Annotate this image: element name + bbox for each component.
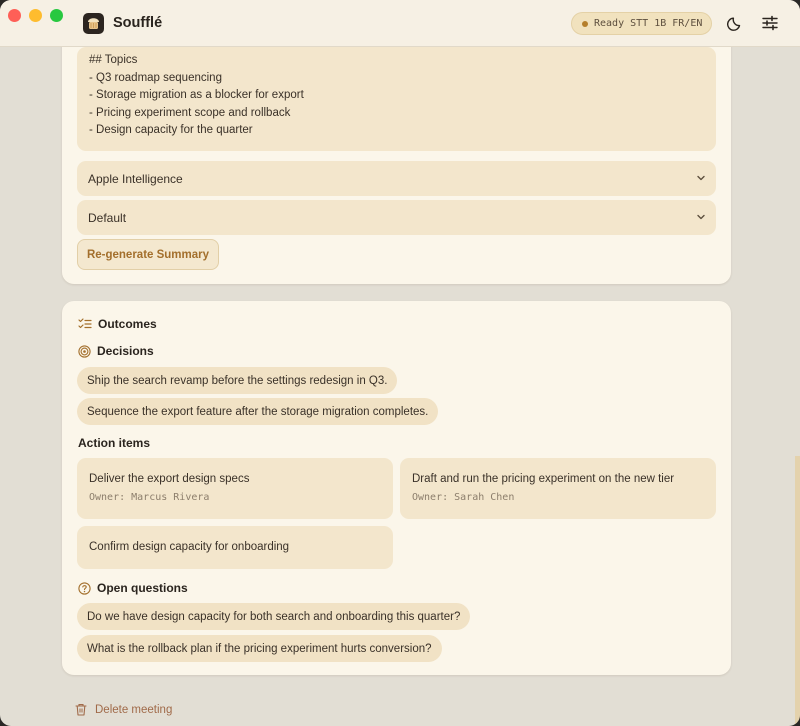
outcomes-card: Outcomes Decisions Ship the search revam… bbox=[62, 301, 731, 675]
chevron-down-icon bbox=[697, 175, 705, 181]
decisions-title: Decisions bbox=[97, 344, 154, 358]
close-window-button[interactable] bbox=[8, 9, 21, 22]
target-icon bbox=[78, 344, 91, 358]
chevron-down-icon bbox=[697, 214, 705, 220]
moon-icon[interactable] bbox=[727, 14, 745, 32]
app-logo-icon bbox=[83, 13, 104, 34]
style-select-value: Default bbox=[88, 210, 127, 225]
status-detail: STT 1B FR/EN bbox=[630, 18, 703, 29]
summary-line: - Q3 roadmap sequencing bbox=[89, 71, 222, 84]
summary-line: - Pricing experiment scope and rollback bbox=[89, 106, 291, 119]
action-item-owner: Owner: Marcus Rivera bbox=[89, 492, 210, 503]
summary-line: ## Topics bbox=[89, 54, 138, 66]
zoom-window-button[interactable] bbox=[50, 9, 63, 22]
minimize-window-button[interactable] bbox=[29, 9, 42, 22]
delete-meeting-label: Delete meeting bbox=[95, 703, 173, 716]
action-item-title: Deliver the export design specs bbox=[89, 473, 250, 485]
outcomes-title: Outcomes bbox=[98, 317, 157, 331]
action-item-title: Confirm design capacity for onboarding bbox=[89, 541, 290, 553]
regenerate-summary-button[interactable]: Re-generate Summary bbox=[77, 239, 219, 270]
action-item-title: Draft and run the pricing experiment on … bbox=[412, 473, 675, 485]
open-questions-title: Open questions bbox=[97, 581, 188, 595]
trash-icon bbox=[75, 704, 87, 716]
action-items-title: Action items bbox=[78, 436, 151, 450]
window-controls bbox=[8, 9, 63, 22]
action-item: Draft and run the pricing experiment on … bbox=[400, 458, 716, 519]
delete-meeting-button[interactable]: Delete meeting bbox=[75, 703, 172, 716]
status-label: Ready bbox=[594, 18, 625, 29]
action-items-heading: Action items bbox=[78, 436, 150, 450]
decision-chip: Ship the search revamp before the settin… bbox=[77, 367, 398, 394]
summary-text: ## Topics - Q3 roadmap sequencing - Stor… bbox=[77, 47, 716, 151]
action-item-owner: Owner: Sarah Chen bbox=[412, 492, 515, 503]
summary-line: - Storage migration as a blocker for exp… bbox=[89, 89, 304, 102]
style-select[interactable]: Default bbox=[77, 200, 716, 235]
decision-chip: Sequence the export feature after the st… bbox=[77, 398, 439, 425]
outcomes-heading: Outcomes bbox=[78, 317, 157, 331]
summary-line: - Design capacity for the quarter bbox=[89, 124, 253, 137]
model-select[interactable]: Apple Intelligence bbox=[77, 161, 716, 196]
app-title: Soufflé bbox=[113, 15, 163, 31]
app-window: ## Topics - Q3 roadmap sequencing - Stor… bbox=[0, 0, 800, 726]
title-bar: Soufflé Ready STT 1B FR/EN bbox=[0, 0, 800, 47]
status-badge: Ready STT 1B FR/EN bbox=[571, 12, 712, 35]
checklist-icon bbox=[78, 318, 92, 329]
action-item: Confirm design capacity for onboarding bbox=[77, 526, 393, 569]
model-select-value: Apple Intelligence bbox=[88, 171, 183, 186]
summary-card: ## Topics - Q3 roadmap sequencing - Stor… bbox=[62, 30, 731, 284]
open-questions-heading: Open questions bbox=[78, 581, 188, 595]
status-dot-icon bbox=[582, 20, 588, 27]
question-circle-icon bbox=[78, 581, 91, 595]
question-chip: Do we have design capacity for both sear… bbox=[77, 603, 471, 630]
action-item: Deliver the export design specs Owner: M… bbox=[77, 458, 393, 519]
scrollbar-track[interactable] bbox=[795, 456, 800, 726]
question-chip: What is the rollback plan if the pricing… bbox=[77, 635, 442, 662]
decisions-heading: Decisions bbox=[78, 344, 154, 358]
sliders-icon[interactable] bbox=[761, 14, 779, 32]
